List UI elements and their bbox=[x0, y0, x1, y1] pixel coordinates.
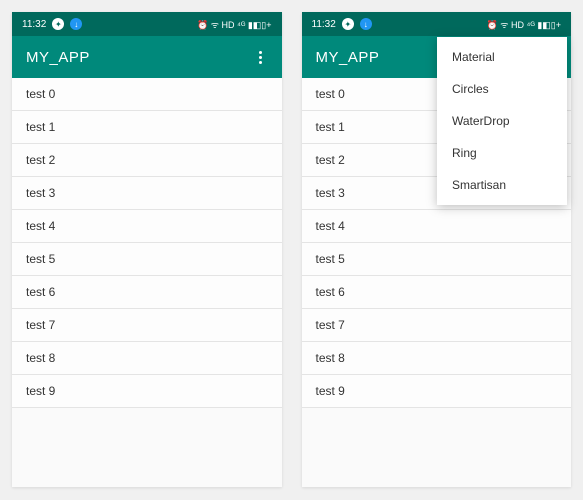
list-item[interactable]: test 6 bbox=[12, 276, 282, 309]
list-item[interactable]: test 5 bbox=[12, 243, 282, 276]
menu-item-label: Circles bbox=[452, 82, 489, 96]
list-item-label: test 6 bbox=[316, 285, 345, 299]
status-right: ⏰ ᯤ HD ⁴ᴳ ▮◧▯+ bbox=[487, 18, 561, 31]
app-bar: MY_APP bbox=[12, 36, 282, 78]
list-item[interactable]: test 8 bbox=[12, 342, 282, 375]
list-item[interactable]: test 6 bbox=[302, 276, 572, 309]
status-indicators: ⏰ ᯤ HD ⁴ᴳ ▮◧▯+ bbox=[487, 18, 561, 31]
popup-menu: Material Circles WaterDrop Ring Smartisa… bbox=[437, 37, 567, 205]
overflow-menu-icon[interactable] bbox=[253, 45, 268, 70]
list-item-label: test 0 bbox=[316, 87, 345, 101]
list-item-label: test 5 bbox=[26, 252, 55, 266]
wechat-icon: ✦ bbox=[342, 18, 354, 30]
list-item[interactable]: test 7 bbox=[12, 309, 282, 342]
app-title: MY_APP bbox=[316, 49, 380, 66]
list-item[interactable]: test 3 bbox=[12, 177, 282, 210]
phone-screen-left: 11:32 ✦ ↓ ⏰ ᯤ HD ⁴ᴳ ▮◧▯+ MY_APP test 0 t… bbox=[12, 12, 282, 487]
list-item-label: test 7 bbox=[316, 318, 345, 332]
status-right: ⏰ ᯤ HD ⁴ᴳ ▮◧▯+ bbox=[197, 18, 271, 31]
list-item-label: test 1 bbox=[26, 120, 55, 134]
list-item-label: test 1 bbox=[316, 120, 345, 134]
list-item[interactable]: test 1 bbox=[12, 111, 282, 144]
app-title: MY_APP bbox=[26, 49, 90, 66]
menu-item-label: Smartisan bbox=[452, 178, 506, 192]
status-time: 11:32 bbox=[22, 19, 46, 30]
list-item-label: test 4 bbox=[26, 219, 55, 233]
status-left: 11:32 ✦ ↓ bbox=[22, 18, 82, 30]
wechat-icon: ✦ bbox=[52, 18, 64, 30]
list-item-label: test 9 bbox=[26, 384, 55, 398]
menu-item-label: WaterDrop bbox=[452, 114, 510, 128]
list-item-label: test 7 bbox=[26, 318, 55, 332]
status-bar: 11:32 ✦ ↓ ⏰ ᯤ HD ⁴ᴳ ▮◧▯+ bbox=[302, 12, 572, 36]
list-item-label: test 5 bbox=[316, 252, 345, 266]
menu-item-circles[interactable]: Circles bbox=[437, 73, 567, 105]
list-item-label: test 6 bbox=[26, 285, 55, 299]
status-indicators: ⏰ ᯤ HD ⁴ᴳ ▮◧▯+ bbox=[197, 18, 271, 31]
list-item[interactable]: test 4 bbox=[302, 210, 572, 243]
list-item[interactable]: test 4 bbox=[12, 210, 282, 243]
list-item[interactable]: test 0 bbox=[12, 78, 282, 111]
list-item-label: test 0 bbox=[26, 87, 55, 101]
status-left: 11:32 ✦ ↓ bbox=[312, 18, 372, 30]
menu-item-label: Material bbox=[452, 50, 495, 64]
list-item[interactable]: test 2 bbox=[12, 144, 282, 177]
menu-item-ring[interactable]: Ring bbox=[437, 137, 567, 169]
menu-item-label: Ring bbox=[452, 146, 477, 160]
list-item-label: test 2 bbox=[316, 153, 345, 167]
list-item-label: test 3 bbox=[316, 186, 345, 200]
menu-item-smartisan[interactable]: Smartisan bbox=[437, 169, 567, 201]
list-item-label: test 8 bbox=[316, 351, 345, 365]
status-time: 11:32 bbox=[312, 19, 336, 30]
list-item[interactable]: test 9 bbox=[302, 375, 572, 408]
list-item-label: test 8 bbox=[26, 351, 55, 365]
list-view[interactable]: test 0 test 1 test 2 test 3 test 4 test … bbox=[12, 78, 282, 487]
list-item[interactable]: test 7 bbox=[302, 309, 572, 342]
menu-item-waterdrop[interactable]: WaterDrop bbox=[437, 105, 567, 137]
list-item-label: test 9 bbox=[316, 384, 345, 398]
list-item-label: test 2 bbox=[26, 153, 55, 167]
menu-item-material[interactable]: Material bbox=[437, 41, 567, 73]
list-item[interactable]: test 9 bbox=[12, 375, 282, 408]
download-icon: ↓ bbox=[70, 18, 82, 30]
list-item-label: test 3 bbox=[26, 186, 55, 200]
list-item[interactable]: test 5 bbox=[302, 243, 572, 276]
list-item[interactable]: test 8 bbox=[302, 342, 572, 375]
list-item-label: test 4 bbox=[316, 219, 345, 233]
phone-screen-right: 11:32 ✦ ↓ ⏰ ᯤ HD ⁴ᴳ ▮◧▯+ MY_APP test 0 t… bbox=[302, 12, 572, 487]
download-icon: ↓ bbox=[360, 18, 372, 30]
status-bar: 11:32 ✦ ↓ ⏰ ᯤ HD ⁴ᴳ ▮◧▯+ bbox=[12, 12, 282, 36]
